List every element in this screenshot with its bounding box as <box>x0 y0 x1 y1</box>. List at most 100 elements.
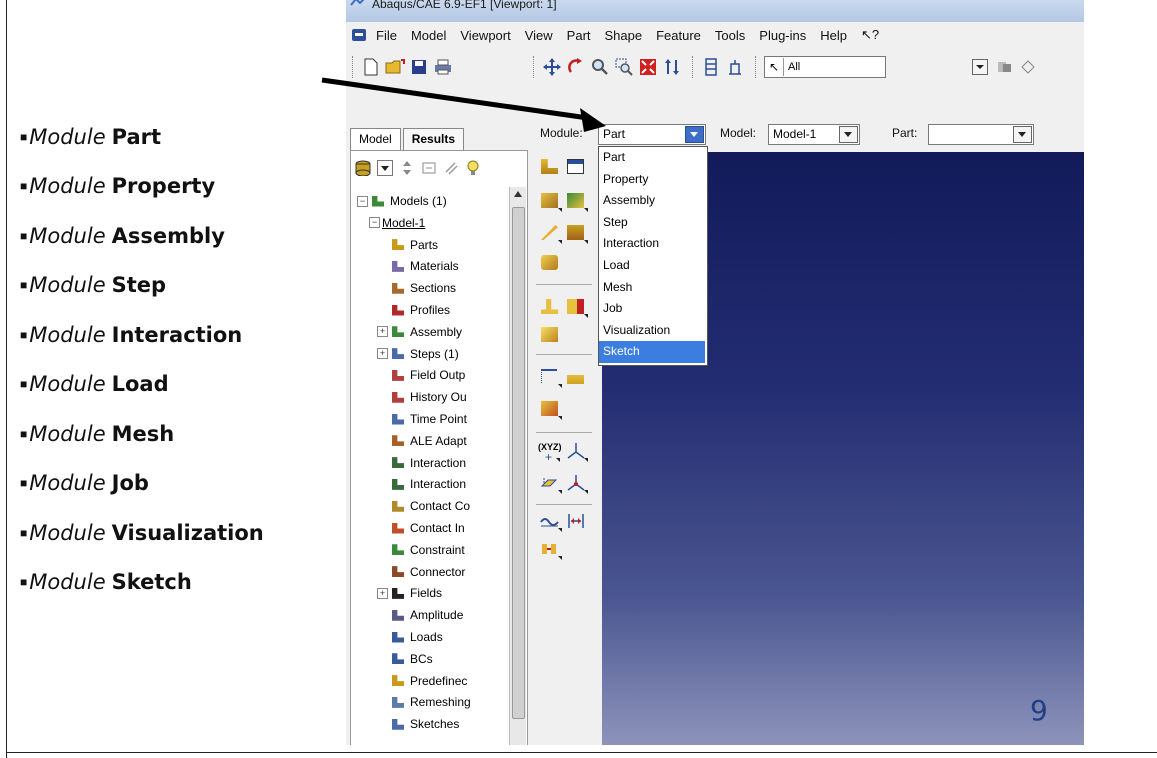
open-folder-icon[interactable] <box>385 57 405 77</box>
tree-node[interactable]: Constraint <box>377 540 465 560</box>
tree-node[interactable]: Connector <box>377 562 465 582</box>
create-shell-icon[interactable] <box>564 190 588 212</box>
tree-expander-icon[interactable]: − <box>369 217 380 229</box>
box-zoom-icon[interactable] <box>614 57 634 77</box>
tree-node[interactable]: Profiles <box>377 300 450 320</box>
module-option[interactable]: Sketch <box>599 341 705 363</box>
menu-item-5[interactable]: Part <box>567 28 591 43</box>
create-datum-point-icon[interactable] <box>538 296 562 318</box>
tree-node[interactable]: Contact In <box>377 518 465 538</box>
zoom-icon[interactable] <box>590 57 610 77</box>
create-wire-icon[interactable] <box>538 222 562 244</box>
toolbar-grip-3[interactable] <box>692 56 695 78</box>
module-option[interactable]: Load <box>599 255 705 277</box>
menu-item-10[interactable]: Help <box>820 28 847 43</box>
create-cut-icon[interactable] <box>564 222 588 244</box>
select-pointer-icon[interactable]: ↖ <box>765 58 784 76</box>
database-icon[interactable] <box>355 160 371 176</box>
tree-node[interactable]: Interaction <box>377 474 466 494</box>
tree-node[interactable]: − Models (1) <box>357 191 447 211</box>
tree-expander-icon[interactable]: + <box>377 348 388 360</box>
tree-node[interactable]: + Assembly <box>377 322 462 342</box>
tree-node[interactable]: Time Point <box>377 409 467 429</box>
tab-model[interactable]: Model <box>350 128 401 150</box>
tree-node[interactable]: Materials <box>377 256 459 276</box>
scroll-thumb[interactable] <box>512 207 525 719</box>
datum-xyz-point-icon[interactable]: (XYZ) + <box>536 440 562 464</box>
create-round-icon[interactable] <box>538 252 562 274</box>
module-option[interactable]: Assembly <box>599 190 705 212</box>
filter-tree-icon[interactable] <box>421 160 437 176</box>
tree-node[interactable]: Contact Co <box>377 496 470 516</box>
partition-face-icon[interactable] <box>564 366 588 388</box>
create-part-icon[interactable] <box>538 156 562 178</box>
filter-dropdown-icon[interactable] <box>970 57 990 77</box>
tree-node[interactable]: BCs <box>377 649 433 669</box>
module-option[interactable]: Visualization <box>599 320 705 342</box>
menu-item-1[interactable]: File <box>376 28 397 43</box>
tree-node[interactable]: Amplitude <box>377 605 463 625</box>
part-combo[interactable] <box>928 124 1034 145</box>
module-option[interactable]: Job <box>599 298 705 320</box>
auto-fit-icon[interactable] <box>638 57 658 77</box>
expand-collapse-icon[interactable] <box>399 160 415 176</box>
chevron-down-icon[interactable] <box>685 126 704 143</box>
menu-item-2[interactable]: Model <box>411 28 446 43</box>
tree-node[interactable]: Loads <box>377 627 443 647</box>
chevron-down-icon[interactable] <box>839 126 858 143</box>
render-style-icon[interactable] <box>701 57 721 77</box>
module-combo[interactable]: Part <box>598 124 706 145</box>
datum-csys-icon[interactable] <box>564 440 588 462</box>
datum-axis-three-icon[interactable] <box>564 472 588 494</box>
highlight-tree-icon[interactable] <box>443 160 459 176</box>
database-dropdown-icon[interactable] <box>377 160 393 176</box>
measure-distance-icon[interactable] <box>564 510 588 532</box>
module-option[interactable]: Step <box>599 212 705 234</box>
tree-node[interactable]: Interaction <box>377 453 466 473</box>
menu-item-7[interactable]: Feature <box>656 28 701 43</box>
module-option[interactable]: Part <box>599 147 705 169</box>
scroll-up-icon[interactable] <box>514 191 522 197</box>
chevron-down-icon[interactable] <box>1013 126 1032 143</box>
save-icon[interactable] <box>409 57 429 77</box>
tree-expander-icon[interactable]: − <box>357 195 368 207</box>
toolbar-grip-2[interactable] <box>533 56 536 78</box>
system-menu-icon[interactable] <box>352 29 366 41</box>
tree-expander-icon[interactable]: + <box>377 587 388 599</box>
tab-results[interactable]: Results <box>402 128 465 150</box>
create-solid-extrude-icon[interactable] <box>538 190 562 212</box>
menu-item-4[interactable]: View <box>525 28 553 43</box>
cycle-views-icon[interactable] <box>662 57 682 77</box>
tree-scrollbar[interactable] <box>509 187 526 745</box>
lightbulb-icon[interactable] <box>465 160 481 176</box>
module-option[interactable]: Interaction <box>599 233 705 255</box>
partition-cell-icon[interactable] <box>538 398 562 420</box>
menu-item-3[interactable]: Viewport <box>460 28 510 43</box>
menu-item-6[interactable]: Shape <box>605 28 643 43</box>
menu-item-11[interactable]: ↖? <box>861 27 879 43</box>
query-icon[interactable] <box>538 510 562 532</box>
tree-node[interactable]: Sketches <box>377 714 459 734</box>
tree-node[interactable]: Sections <box>377 278 456 298</box>
toolbar-grip[interactable] <box>352 56 355 78</box>
datum-display-icon[interactable] <box>725 57 745 77</box>
partition-edge-icon[interactable] <box>538 366 562 388</box>
selection-mode-icon[interactable] <box>1018 57 1038 77</box>
create-datum-axis-icon[interactable] <box>564 296 588 318</box>
tree-node[interactable]: + Steps (1) <box>377 344 459 364</box>
tree-node[interactable]: Remeshing <box>377 692 471 712</box>
create-sketch-icon[interactable] <box>538 324 562 346</box>
tree-node[interactable]: ALE Adapt <box>377 431 467 451</box>
model-combo[interactable]: Model-1 <box>768 124 860 145</box>
tree-node[interactable]: + Fields <box>377 583 442 603</box>
menu-item-8[interactable]: Tools <box>715 28 745 43</box>
tree-node[interactable]: Parts <box>377 235 438 255</box>
set-manager-icon[interactable] <box>538 538 562 560</box>
rotate-icon[interactable] <box>566 57 586 77</box>
menu-item-9[interactable]: Plug-ins <box>759 28 806 43</box>
tree-expander-icon[interactable]: + <box>377 326 388 338</box>
tree-node[interactable]: − Model-1 <box>369 213 425 233</box>
print-icon[interactable] <box>433 57 453 77</box>
part-manager-icon[interactable] <box>564 156 588 178</box>
tree-node[interactable]: Predefinec <box>377 671 467 691</box>
